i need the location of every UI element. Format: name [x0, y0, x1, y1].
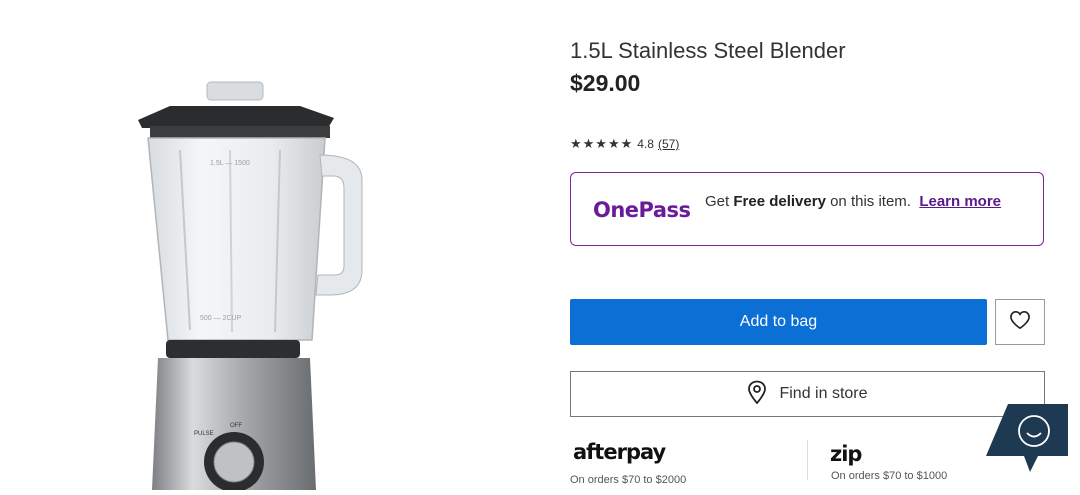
- rating-score: 4.8: [637, 137, 654, 151]
- svg-text:1.5L — 1500: 1.5L — 1500: [210, 160, 250, 167]
- product-image: 1.5L — 1500 500 — 2CUP PULSE OFF: [130, 70, 380, 492]
- onepass-logo: OnePass: [593, 198, 691, 222]
- svg-text:OFF: OFF: [230, 423, 242, 429]
- product-price: $29.00: [570, 70, 641, 96]
- heart-icon: [1009, 310, 1031, 335]
- learn-more-link[interactable]: Learn more: [919, 193, 1001, 210]
- onepass-text-post: on this item.: [825, 193, 911, 210]
- add-to-bag-button[interactable]: Add to bag: [570, 299, 987, 345]
- rating-stars-icon: ★★★★★: [570, 136, 634, 151]
- onepass-text-bold: Free delivery: [733, 193, 826, 210]
- product-details: 1.5L Stainless Steel Blender $29.00 ★★★★…: [570, 0, 1046, 486]
- payment-divider: [807, 440, 808, 480]
- rating-count-link[interactable]: (57): [658, 137, 679, 151]
- svg-text:500 — 2CUP: 500 — 2CUP: [200, 315, 242, 322]
- wishlist-button[interactable]: [995, 299, 1045, 345]
- onepass-message: Get Free delivery on this item. Learn mo…: [705, 193, 1025, 210]
- chat-widget-button[interactable]: [986, 404, 1070, 474]
- product-title: 1.5L Stainless Steel Blender: [570, 38, 846, 63]
- product-rating: ★★★★★ 4.8 (57): [570, 136, 679, 152]
- svg-text:PULSE: PULSE: [194, 431, 214, 437]
- zip-terms: On orders $70 to $1000: [831, 470, 948, 482]
- chat-smile-icon: [986, 404, 1070, 478]
- onepass-text-pre: Get: [705, 193, 734, 210]
- location-pin-icon: [747, 380, 767, 409]
- afterpay-logo: afterpay: [573, 440, 666, 464]
- find-in-store-button[interactable]: Find in store: [570, 371, 1045, 417]
- find-in-store-label: Find in store: [779, 385, 868, 402]
- afterpay-terms: On orders $70 to $2000: [570, 474, 687, 486]
- onepass-banner: OnePass Get Free delivery on this item. …: [570, 172, 1044, 246]
- zip-logo: zip: [830, 442, 862, 466]
